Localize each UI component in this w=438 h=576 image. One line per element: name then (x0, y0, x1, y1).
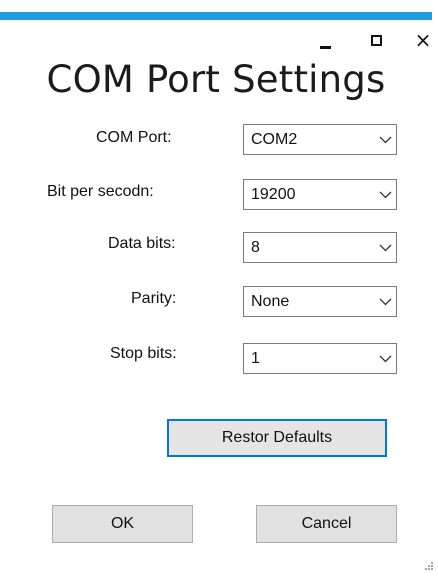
com-port-select[interactable]: COM2 (243, 124, 397, 155)
stop-bits-select[interactable]: 1 (243, 343, 397, 374)
chevron-down-icon (374, 344, 396, 373)
chevron-down-icon (374, 287, 396, 316)
baud-rate-label: Bit per secodn: (47, 183, 154, 200)
com-port-settings-window: × COM Port Settings COM Port: COM2 Bit p… (0, 0, 438, 576)
close-button[interactable]: × (411, 29, 435, 51)
com-port-value: COM2 (251, 130, 298, 148)
maximize-icon (370, 34, 382, 46)
chevron-down-icon (374, 180, 396, 209)
com-port-label: COM Port: (96, 129, 172, 146)
stop-bits-label: Stop bits: (110, 345, 177, 362)
baud-rate-value: 19200 (251, 185, 296, 203)
page-title: COM Port Settings (46, 58, 386, 101)
restore-defaults-button[interactable]: Restor Defaults (167, 419, 387, 457)
data-bits-value: 8 (251, 238, 260, 256)
minimize-button[interactable] (313, 29, 337, 51)
title-bar-accent (0, 12, 432, 20)
close-icon: × (414, 28, 432, 52)
cancel-button[interactable]: Cancel (256, 505, 397, 543)
maximize-button[interactable] (364, 29, 388, 51)
stop-bits-value: 1 (251, 349, 260, 367)
parity-label: Parity: (131, 290, 177, 307)
baud-rate-select[interactable]: 19200 (243, 179, 397, 210)
minimize-icon (319, 45, 331, 49)
parity-select[interactable]: None (243, 286, 397, 317)
chevron-down-icon (374, 125, 396, 154)
ok-button[interactable]: OK (52, 505, 193, 543)
resize-grip-icon[interactable] (423, 559, 435, 571)
chevron-down-icon (374, 233, 396, 262)
data-bits-select[interactable]: 8 (243, 232, 397, 263)
data-bits-label: Data bits: (108, 235, 176, 252)
parity-value: None (251, 292, 290, 310)
